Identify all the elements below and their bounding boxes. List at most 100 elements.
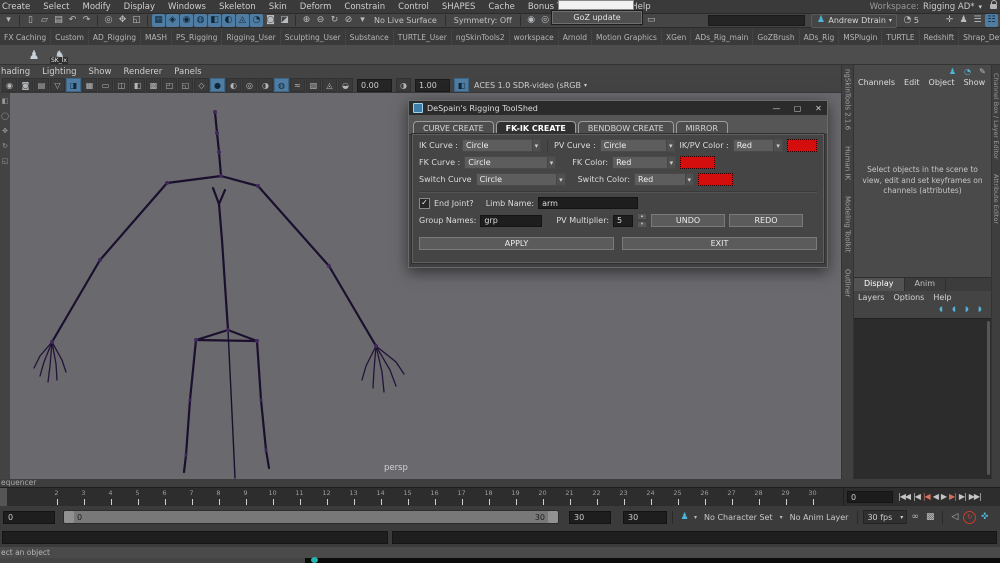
toolbox-rotate-icon[interactable]: ↻ bbox=[1, 142, 10, 151]
maximize-button[interactable]: ▢ bbox=[789, 101, 806, 115]
play-backwards-button[interactable]: ◀ bbox=[932, 490, 939, 503]
menu-item[interactable]: Select bbox=[43, 2, 69, 12]
shelf-tab[interactable]: Motion Graphics bbox=[592, 30, 662, 45]
time-ruler[interactable]: 2 3 4 5 6 7 8 9 10 11 12 13 14 15 16 17 18 19 20 21 22 23 24 25… bbox=[0, 488, 844, 506]
resolution-gate-icon[interactable]: ◫ bbox=[114, 78, 129, 92]
frame-tick[interactable]: 16 bbox=[421, 489, 448, 506]
step-back-frame-button[interactable]: |◀ bbox=[912, 490, 921, 503]
frame-tick[interactable]: 20 bbox=[529, 489, 556, 506]
gamma-field[interactable]: 1.00 bbox=[415, 78, 450, 92]
modeling-toolkit-icon[interactable]: ✛ bbox=[943, 14, 956, 27]
redo-button[interactable]: REDO bbox=[729, 214, 804, 227]
shelf-tab[interactable]: ADs_Rig bbox=[800, 30, 840, 45]
safe-action-icon[interactable]: ◰ bbox=[162, 78, 177, 92]
layer-move-up-icon[interactable]: ◖ bbox=[936, 304, 946, 314]
dialog-tab[interactable]: CURVE CREATE bbox=[413, 121, 494, 134]
frame-tick[interactable]: 9 bbox=[232, 489, 259, 506]
dialog-tab[interactable]: BENDBOW CREATE bbox=[577, 121, 674, 134]
shelf-tab[interactable]: XGen bbox=[662, 30, 692, 45]
pv-curve-dropdown[interactable]: Circle ▾ bbox=[599, 139, 676, 152]
channel-box-menu-item[interactable]: Edit bbox=[904, 78, 920, 87]
menu-item[interactable]: Create bbox=[2, 2, 30, 12]
shelf-tab[interactable]: Arnold bbox=[559, 30, 593, 45]
snap-surface-icon[interactable]: ◐ bbox=[222, 14, 235, 27]
shelf-tab[interactable]: TURTLE_User bbox=[394, 30, 452, 45]
ikpv-color-swatch[interactable] bbox=[786, 139, 818, 152]
chevron-down-icon[interactable]: ▾ bbox=[694, 514, 697, 521]
frame-tick[interactable]: 17 bbox=[448, 489, 475, 506]
menu-item[interactable]: Constrain bbox=[344, 2, 385, 12]
shelf-tab[interactable]: ADs_Rig_main bbox=[691, 30, 754, 45]
shelf-tab[interactable]: Redshift bbox=[920, 30, 960, 45]
dialog-title-bar[interactable]: DeSpain's Rigging ToolShed — ▢ ✕ bbox=[409, 101, 827, 115]
command-result-field[interactable] bbox=[392, 531, 997, 544]
switch-color-dropdown[interactable]: Red ▾ bbox=[634, 173, 695, 186]
shelf-tab[interactable]: PS_Rigging bbox=[172, 30, 223, 45]
toolbox-select-icon[interactable]: ◧ bbox=[1, 97, 10, 106]
character-set-label[interactable]: No Character Set bbox=[704, 513, 773, 522]
frame-tick[interactable]: 21 bbox=[556, 489, 583, 506]
file-save-icon[interactable]: ▤ bbox=[52, 14, 65, 27]
panel-menu-item[interactable]: Renderer bbox=[123, 67, 162, 77]
go-to-end-button[interactable]: ▶▶| bbox=[968, 490, 982, 503]
snap-point-icon[interactable]: ◉ bbox=[180, 14, 193, 27]
ik-curve-dropdown[interactable]: Circle ▾ bbox=[462, 139, 542, 152]
switch-color-swatch[interactable] bbox=[698, 173, 734, 186]
isolate-select-icon[interactable]: ◬ bbox=[322, 78, 337, 92]
frame-tick[interactable]: 4 bbox=[97, 489, 124, 506]
shelf-tab[interactable]: Shrap_Dev bbox=[959, 30, 1000, 45]
shelf-item-character[interactable]: ♟ bbox=[26, 47, 42, 63]
panel-menu-item[interactable]: Panels bbox=[174, 67, 201, 77]
fk-curve-dropdown[interactable]: Circle ▾ bbox=[464, 156, 557, 169]
shelf-tab[interactable]: ngSkinTools2 bbox=[452, 30, 510, 45]
layer-move-down-icon[interactable]: ◖ bbox=[949, 304, 959, 314]
shelf-tab[interactable]: GoZBrush bbox=[753, 30, 800, 45]
play-forward-button[interactable]: ▶ bbox=[940, 490, 947, 503]
auto-key-icon[interactable]: ↻ bbox=[963, 510, 977, 524]
set-range-icon[interactable]: ▩ bbox=[923, 511, 937, 524]
output-connections-icon[interactable]: ⊖ bbox=[314, 14, 327, 27]
shelf-tab[interactable]: Rigging_User bbox=[222, 30, 281, 45]
scale-tool-icon[interactable]: ◱ bbox=[130, 14, 143, 27]
frame-tick[interactable]: 22 bbox=[583, 489, 610, 506]
playback-end-field[interactable]: 30 bbox=[569, 510, 611, 524]
character-controls-icon[interactable]: ♟ bbox=[957, 14, 970, 27]
frame-tick[interactable]: 18 bbox=[475, 489, 502, 506]
input-connections-icon[interactable]: ⊕ bbox=[300, 14, 313, 27]
layer-editor-area[interactable] bbox=[854, 318, 991, 479]
toolbar-icon[interactable] bbox=[19, 15, 20, 26]
shelf-tab[interactable]: MASH bbox=[141, 30, 172, 45]
menu-item[interactable]: Skeleton bbox=[219, 2, 256, 12]
layer-panel-tab[interactable]: Display bbox=[854, 278, 905, 291]
menu-item[interactable]: Windows bbox=[168, 2, 206, 12]
undo-icon[interactable]: ↶ bbox=[66, 14, 79, 27]
menu-item[interactable]: Display bbox=[124, 2, 155, 12]
shelf-tab[interactable]: TURTLE bbox=[882, 30, 920, 45]
multisample-icon[interactable]: ▧ bbox=[306, 78, 321, 92]
undo-button[interactable]: UNDO bbox=[651, 214, 726, 227]
history-clock[interactable]: ◔ 5 bbox=[903, 14, 919, 27]
channel-box-menu-item[interactable]: Object bbox=[929, 78, 955, 87]
frame-tick[interactable]: 11 bbox=[286, 489, 313, 506]
wireframe-icon[interactable]: ◇ bbox=[194, 78, 209, 92]
panel-menu-item[interactable]: hading bbox=[1, 67, 30, 77]
color-management-icon[interactable]: ◧ bbox=[454, 78, 469, 92]
frame-tick[interactable]: 30 bbox=[799, 489, 826, 506]
selection-mask-dropdown[interactable]: ▾ bbox=[2, 14, 15, 27]
animation-end-field[interactable]: 30 bbox=[623, 510, 667, 524]
frame-tick[interactable]: 7 bbox=[178, 489, 205, 506]
colorspace-value[interactable]: ACES 1.0 SDR-video (sRGB bbox=[474, 81, 581, 90]
snap-grid-icon[interactable]: ▦ bbox=[152, 14, 165, 27]
menu-item[interactable]: SHAPES bbox=[442, 2, 476, 12]
character-set-icon[interactable]: ♟ bbox=[678, 511, 691, 524]
limb-name-input[interactable]: arm bbox=[538, 197, 639, 209]
make-live-icon[interactable]: ◬ bbox=[236, 14, 249, 27]
character-key-icon[interactable]: ✜ bbox=[978, 511, 991, 524]
live-surface-dropdown[interactable]: ▾ bbox=[356, 14, 369, 27]
panel-menu-item[interactable]: Show bbox=[89, 67, 112, 77]
menu-item[interactable]: Control bbox=[398, 2, 429, 12]
frame-tick[interactable]: 10 bbox=[259, 489, 286, 506]
dock-tab[interactable]: Modeling Toolkit bbox=[844, 196, 852, 252]
shelf-tab[interactable]: Substance bbox=[346, 30, 394, 45]
film-gate-icon[interactable]: ▭ bbox=[98, 78, 113, 92]
